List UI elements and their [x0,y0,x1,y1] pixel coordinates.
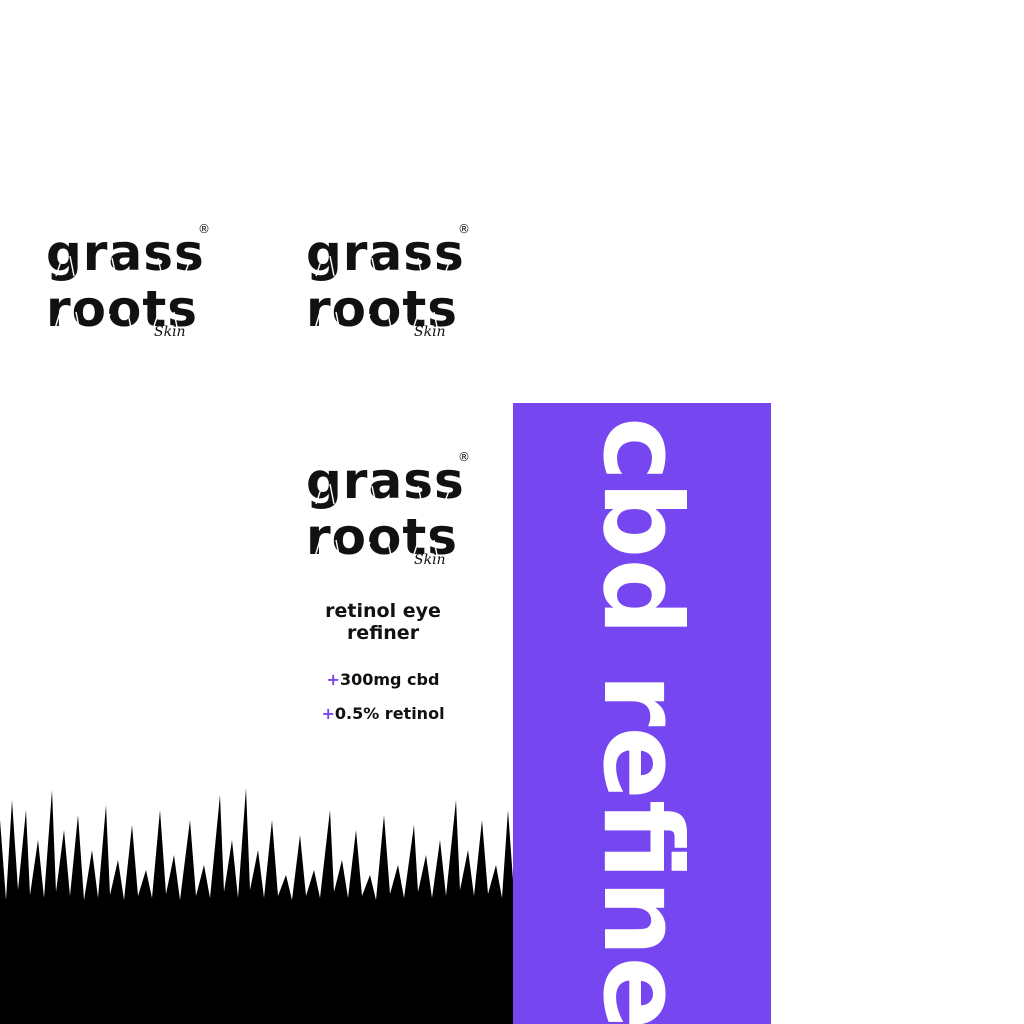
plus-icon: + [321,704,335,723]
spec-text: 0.5% retinol [334,704,445,723]
brand-word-grass: grass [306,224,465,282]
brand-word-grass: grass [306,452,465,510]
brand-sub-skin: Skin [414,552,446,568]
brand-logo-front: grass roots ® Skin [306,450,476,576]
grass-silhouette-icon [0,788,513,1024]
side-panel-text: cbd refine [579,417,704,1024]
side-panel: cbd refine [513,403,771,1024]
label-artwork: grass roots ® Skin grass roots ® Skin gr… [0,0,1024,1024]
brand-logo-top-center: grass roots ® Skin [306,222,476,348]
registered-mark: ® [458,450,470,464]
spec-cbd: +300mg cbd [300,670,466,689]
brand-logo-top-left: grass roots ® Skin [46,222,216,348]
registered-mark: ® [458,222,470,236]
brand-word-grass: grass [46,224,205,282]
spec-text: 300mg cbd [339,670,440,689]
brand-sub-skin: Skin [154,324,186,340]
spec-retinol: +0.5% retinol [300,704,466,723]
product-name: retinol eye refiner [325,600,441,644]
registered-mark: ® [198,222,210,236]
brand-sub-skin: Skin [414,324,446,340]
plus-icon: + [326,670,340,689]
